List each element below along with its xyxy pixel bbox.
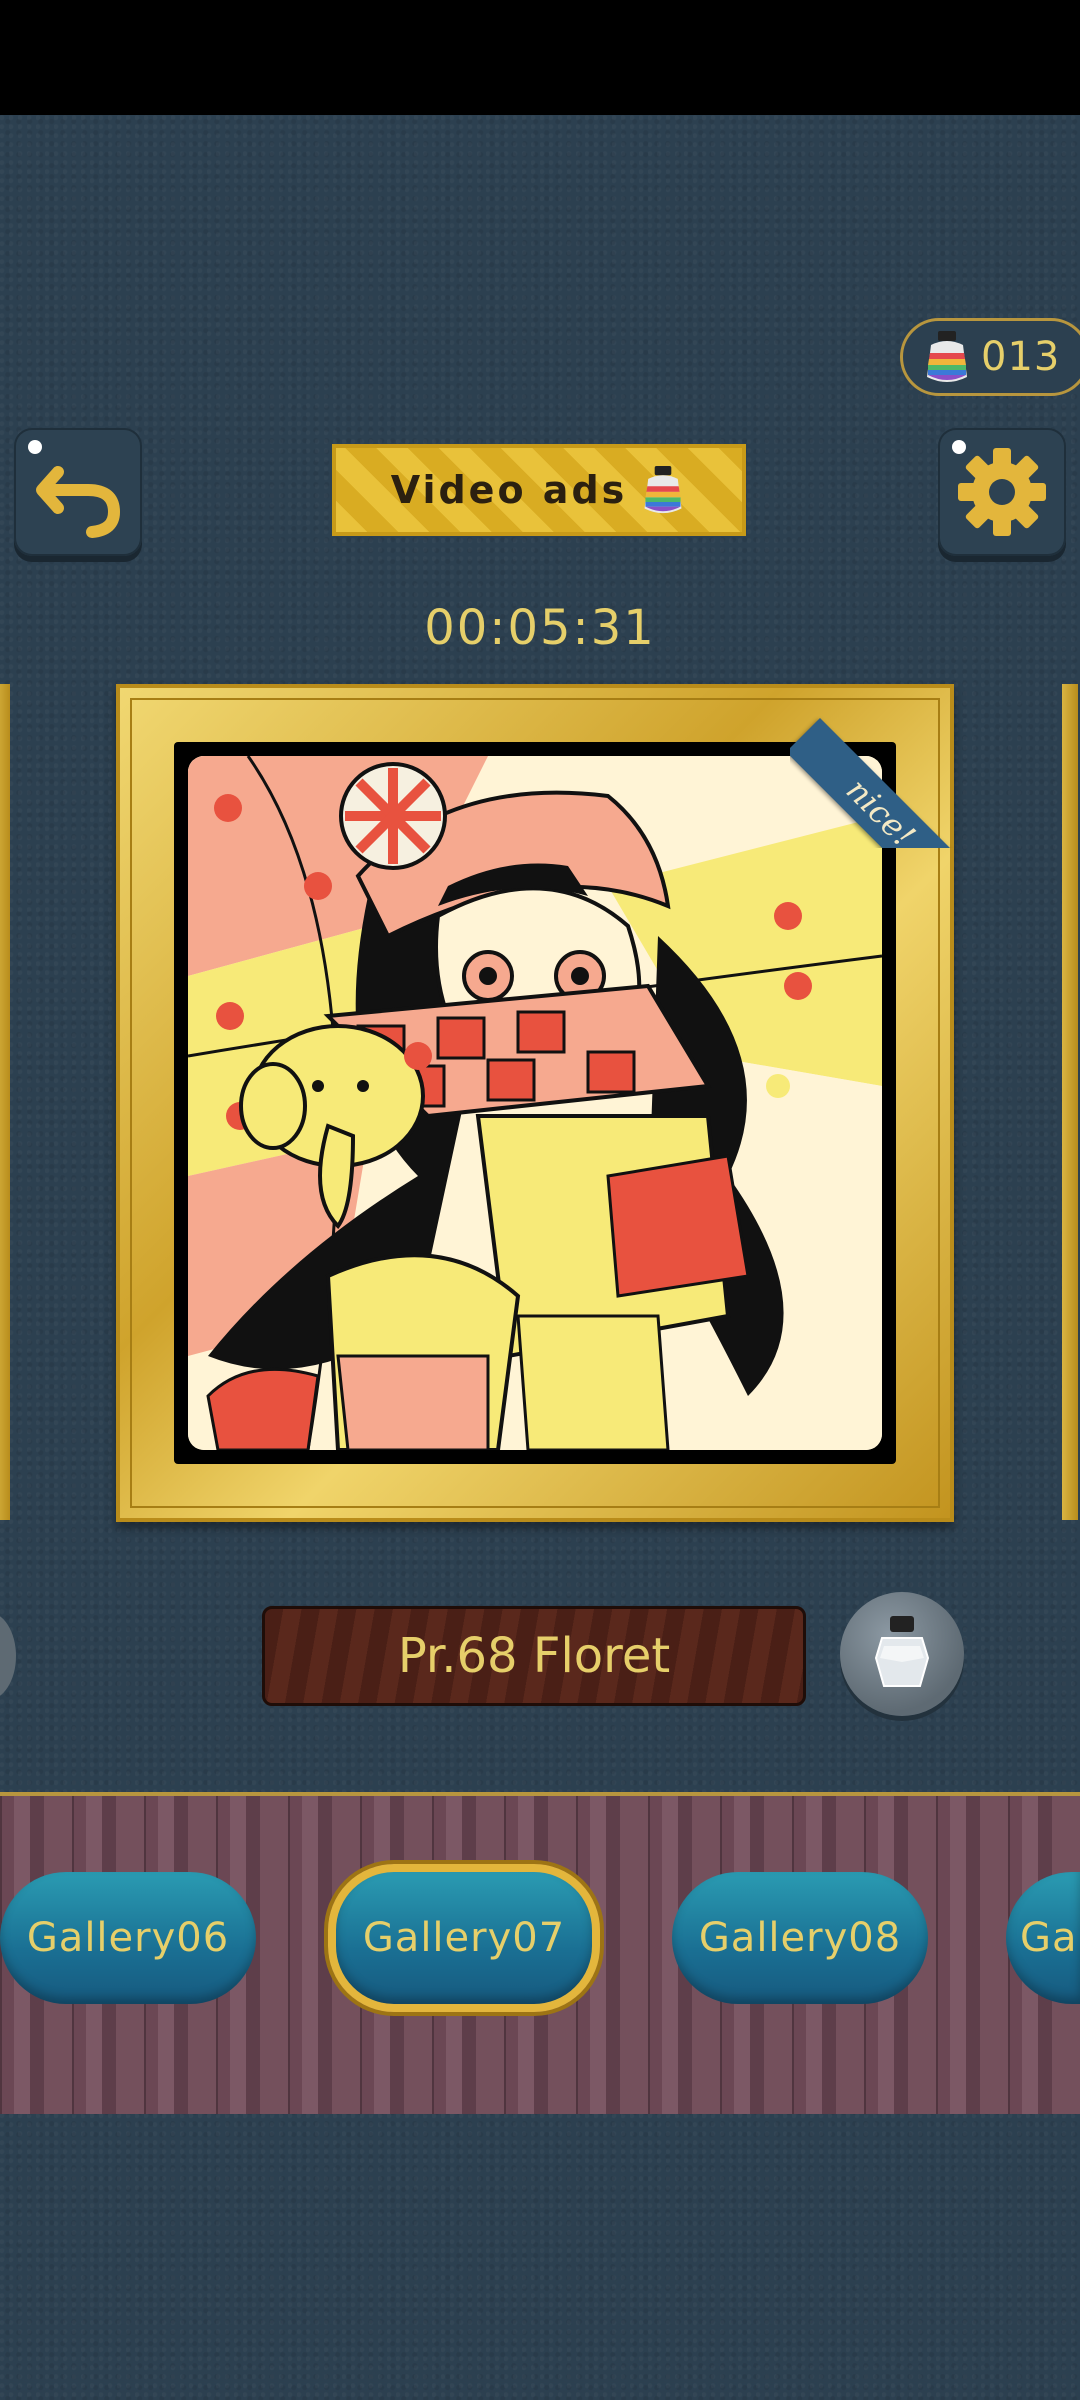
rainbow-ink-bottle-icon — [927, 331, 967, 382]
gallery-tab-label: Gallery08 — [698, 1915, 902, 1961]
video-ads-button[interactable]: Video ads — [332, 444, 746, 536]
gallery-tab-08[interactable]: Gallery08 — [672, 1872, 928, 2004]
settings-button[interactable] — [938, 428, 1066, 556]
gear-icon — [958, 448, 1046, 536]
nice-badge: nice! — [790, 678, 960, 848]
ink-counter: 013 — [900, 318, 1080, 396]
back-button[interactable] — [14, 428, 142, 556]
artwork-title: Pr.68 Floret — [397, 1628, 671, 1684]
ink-jar-button[interactable] — [840, 1592, 964, 1716]
next-artwork-frame[interactable] — [1062, 684, 1078, 1520]
gallery-tab-label: Ga — [1020, 1915, 1078, 1961]
prev-artwork-frame[interactable] — [0, 684, 10, 1520]
rainbow-ink-bottle-icon — [644, 466, 682, 514]
gallery-tab-06[interactable]: Gallery06 — [0, 1872, 256, 2004]
artwork-frame[interactable]: nice! — [116, 684, 960, 1522]
artwork-title-plate: Pr.68 Floret — [262, 1606, 806, 1706]
back-arrow-icon — [36, 466, 121, 538]
status-bar — [0, 0, 1080, 115]
nice-badge-label: nice! — [838, 770, 923, 848]
artwork-mat — [174, 742, 896, 1464]
ink-jar-icon — [874, 1616, 930, 1687]
gallery-tab-label: Gallery06 — [26, 1915, 230, 1961]
artwork-image — [188, 756, 882, 1450]
gallery-tab-07[interactable]: Gallery07 — [328, 1864, 600, 2012]
ink-count: 013 — [981, 334, 1061, 380]
play-timer: 00:05:31 — [424, 600, 656, 656]
gallery-tab-label: Gallery07 — [362, 1915, 566, 1961]
video-ads-label: Video ads — [390, 468, 628, 512]
